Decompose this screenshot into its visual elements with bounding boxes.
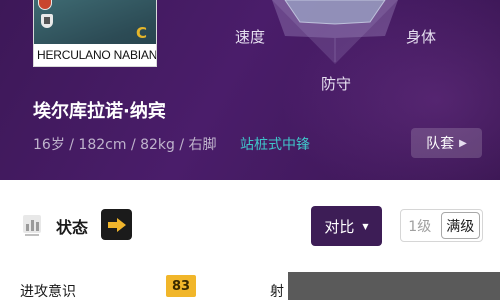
status-arrow-button[interactable] [101,209,132,240]
status-label: 状态 [56,218,89,237]
attribute-value-badge: 83 [166,275,196,297]
level-option-1[interactable]: 1级 [401,210,439,241]
arrow-right-icon [107,217,126,232]
attribute-label: 进攻意识 [20,284,76,300]
kit-button-label: 队套 [426,136,455,152]
status-chart-icon [23,215,41,236]
radar-label-speed: 速度 [235,28,266,46]
compare-button-label: 对比 [324,217,355,236]
radar-label-defense: 防守 [321,75,352,93]
team-crest-icon [41,14,53,28]
player-position: 站桩式中锋 [240,137,310,153]
card-name-plate: HERCULANO NABIAN [34,44,156,66]
kit-button[interactable]: 队套 ▶ [411,128,482,158]
chevron-right-icon: ▶ [459,137,467,149]
card-grade: C [135,24,147,42]
player-name: 埃尔库拉诺·纳宾 [33,101,166,122]
player-info: 16岁 / 182cm / 82kg / 右脚 [33,137,217,153]
player-header: C HERCULANO NABIAN 速度 身体 防守 埃尔库拉诺·纳宾 16岁… [0,0,500,180]
compare-button[interactable]: 对比 ▼ [311,206,382,246]
overlay-panel [288,272,500,300]
radar-label-physical: 身体 [406,28,437,46]
attribute-label-2: 射 [270,284,284,300]
level-option-max[interactable]: 满级 [440,212,480,239]
club-badge-icon [38,0,52,10]
caret-down-icon: ▼ [362,221,369,231]
player-card[interactable]: C HERCULANO NABIAN [33,0,157,67]
level-toggle: 1级 满级 [400,209,483,242]
